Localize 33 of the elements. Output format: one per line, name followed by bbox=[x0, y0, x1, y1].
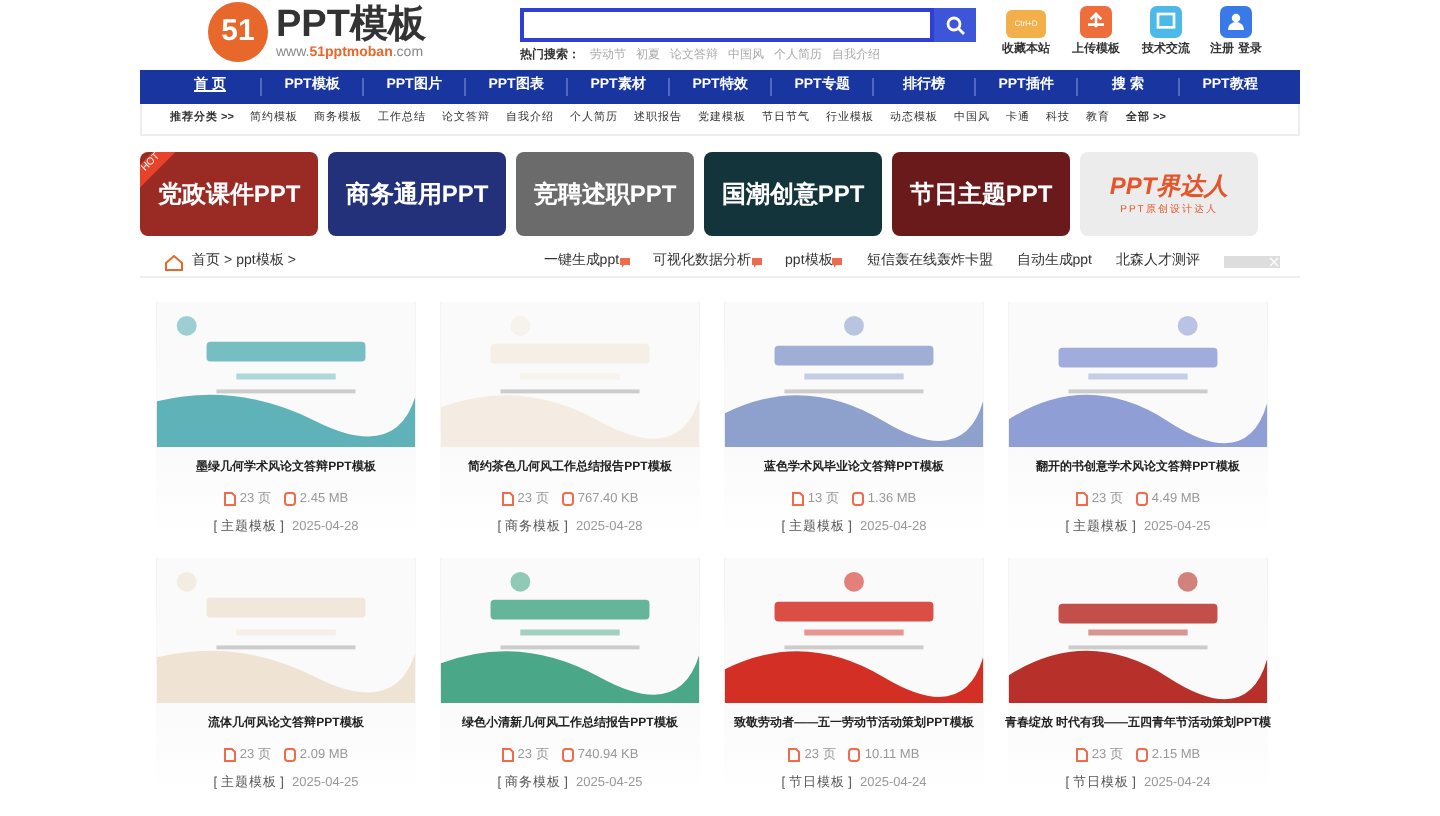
upload-icon[interactable] bbox=[1080, 6, 1112, 38]
database-icon bbox=[561, 491, 574, 506]
search-button[interactable] bbox=[934, 8, 976, 42]
user-icon[interactable] bbox=[1220, 6, 1252, 38]
promo-banner[interactable]: 节日主题PPT bbox=[892, 152, 1070, 236]
promo-banner[interactable]: 国潮创意PPT bbox=[704, 152, 882, 236]
banner-title: 节日主题PPT bbox=[909, 178, 1053, 212]
banner-title: 国潮创意PPT bbox=[721, 178, 865, 212]
document-icon bbox=[501, 491, 514, 506]
promo-banner[interactable]: 竞聘述职PPT bbox=[516, 152, 694, 236]
document-icon bbox=[223, 747, 236, 762]
database-icon bbox=[1135, 491, 1148, 506]
search-field[interactable] bbox=[520, 8, 934, 42]
database-icon bbox=[283, 491, 296, 506]
document-icon bbox=[1075, 491, 1088, 506]
document-icon bbox=[1075, 747, 1088, 762]
search-icon bbox=[945, 15, 965, 35]
home-icon[interactable] bbox=[164, 253, 184, 271]
promo-banner[interactable]: 商务通用PPT bbox=[328, 152, 506, 236]
database-icon bbox=[1135, 747, 1148, 762]
banner-title: 竞聘述职PPT bbox=[533, 178, 677, 212]
logo-title[interactable]: PPT模板 bbox=[276, 5, 426, 43]
database-icon bbox=[851, 491, 864, 506]
document-icon bbox=[791, 491, 804, 506]
database-icon bbox=[848, 747, 861, 762]
chat-icon[interactable] bbox=[1150, 6, 1182, 38]
document-icon bbox=[223, 491, 236, 506]
database-icon bbox=[283, 747, 296, 762]
document-icon bbox=[788, 747, 801, 762]
banner-title: 商务通用PPT bbox=[345, 178, 489, 212]
banner-title: PPT界达人 bbox=[1109, 170, 1229, 203]
document-icon bbox=[501, 747, 514, 762]
database-icon bbox=[561, 747, 574, 762]
